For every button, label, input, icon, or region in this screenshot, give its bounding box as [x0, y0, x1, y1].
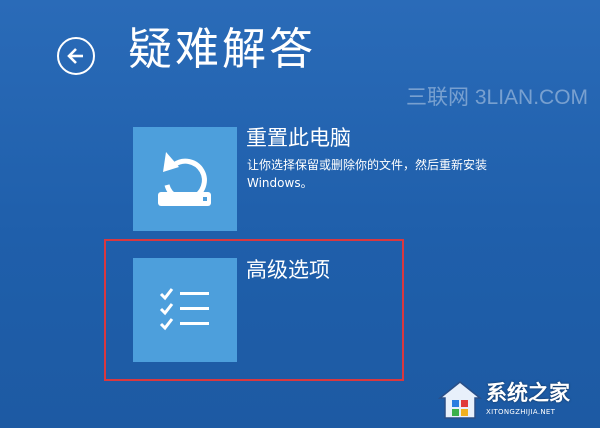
house-logo-icon: [438, 381, 482, 419]
logo-url: XITONGZHIJIA.NET: [486, 408, 556, 416]
watermark-text: 三联网 3LIAN.COM: [406, 86, 589, 109]
back-arrow-icon: [67, 48, 83, 64]
back-button[interactable]: [57, 37, 95, 75]
reset-pc-icon: [158, 152, 211, 206]
page-title: 疑难解答: [128, 24, 316, 75]
advanced-options-title[interactable]: 高级选项: [246, 256, 330, 284]
checklist-icon: [159, 288, 209, 331]
reset-pc-description: 让你选择保留或删除你的文件，然后重新安装 Windows。: [247, 158, 488, 190]
reset-pc-title[interactable]: 重置此电脑: [246, 124, 351, 152]
site-logo: 系统之家 XITONGZHIJIA.NET: [436, 378, 596, 424]
reset-pc-tile[interactable]: [133, 127, 237, 231]
logo-text: 系统之家: [486, 381, 570, 405]
advanced-options-tile[interactable]: [133, 258, 237, 362]
